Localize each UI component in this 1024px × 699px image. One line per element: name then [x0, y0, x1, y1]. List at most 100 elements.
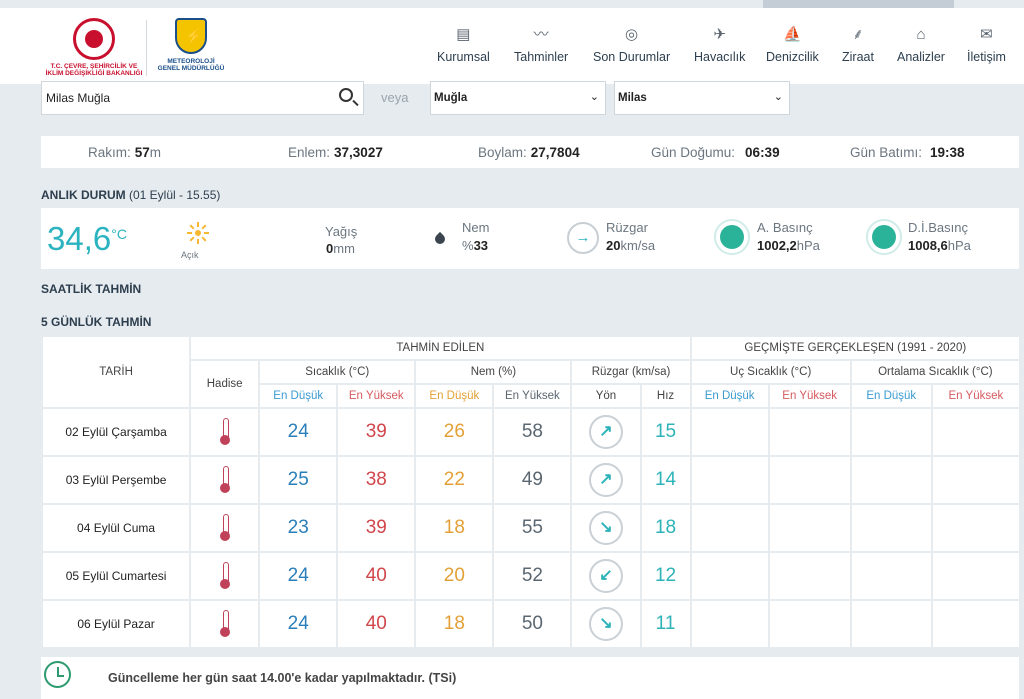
date-cell: 06 Eylül Pazar	[43, 601, 190, 647]
wind-value: 20km/sa	[606, 238, 656, 253]
wind-header: Rüzgar (km/sa)	[572, 361, 690, 383]
history-cell	[691, 553, 768, 599]
nav-label: Denizcilik	[766, 50, 819, 64]
nav-havacilik[interactable]: ✈ Havacılık	[694, 24, 745, 74]
wind-speed-cell: 18	[641, 505, 690, 551]
table-row: 03 Eylül Perşembe 25 38 22 49 ↗ 14	[43, 457, 1019, 503]
history-cell	[932, 553, 1019, 599]
pressure-value: 1002,2hPa	[757, 238, 820, 253]
thermometer-icon	[219, 609, 230, 637]
date-cell: 03 Eylül Perşembe	[43, 457, 190, 503]
nav-label: Son Durumlar	[593, 50, 671, 64]
history-cell	[851, 457, 931, 503]
avg-low-header: En Düşük	[851, 385, 931, 407]
nav-label: İletişim	[967, 50, 1006, 64]
location-search-input[interactable]: Milas Muğla	[41, 81, 364, 115]
temp-min-cell: 24	[260, 601, 337, 647]
search-icon[interactable]	[339, 88, 353, 102]
sunrise: Gün Doğumu: 06:39	[651, 145, 780, 160]
temp-max-cell: 39	[338, 409, 415, 455]
wind-arrow-icon: ↙	[588, 559, 623, 593]
table-row: 04 Eylül Cuma 23 39 18 55 ↘ 18	[43, 505, 1019, 551]
nav-label: Kurumsal	[437, 50, 490, 64]
history-cell	[691, 409, 768, 455]
district-select[interactable]: Milas ⌄	[614, 81, 790, 115]
thermometer-icon	[219, 513, 230, 541]
nav-label: Ziraat	[842, 50, 874, 64]
history-cell	[769, 601, 850, 647]
wind-dir-cell: ↙	[572, 553, 640, 599]
event-cell	[191, 505, 259, 551]
sea-pressure-icon	[866, 219, 902, 255]
rain-value: 0mm	[326, 241, 355, 256]
humidity-label: Nem	[462, 220, 490, 235]
temp-min-cell: 24	[260, 409, 337, 455]
wheat-icon: ⸙	[852, 26, 864, 43]
hum-min-cell: 20	[416, 553, 493, 599]
update-note: Güncelleme her gün saat 14.00'e kadar ya…	[41, 657, 1019, 699]
province-select[interactable]: Muğla ⌄	[430, 81, 606, 115]
mgm-logo[interactable]: METEOROLOJİ GENEL MÜDÜRLÜĞÜ	[156, 18, 226, 72]
check-circle-icon: ◎	[625, 26, 639, 43]
hum-low-header: En Düşük	[416, 385, 493, 407]
mgm-name: METEOROLOJİ GENEL MÜDÜRLÜĞÜ	[157, 58, 225, 72]
nav-label: Tahminler	[514, 50, 569, 64]
hourly-forecast-title[interactable]: SAATLİK TAHMİN	[41, 282, 141, 296]
sun-icon	[187, 222, 209, 244]
nav-son-durumlar[interactable]: ◎ Son Durumlar	[593, 24, 670, 74]
nav-analizler[interactable]: ⌂ Analizler	[897, 24, 945, 74]
thermometer-icon	[219, 417, 230, 445]
avg-high-header: En Yüksek	[932, 385, 1019, 407]
event-header: Hadise	[191, 361, 259, 407]
hum-max-cell: 49	[494, 457, 571, 503]
extreme-low-header: En Düşük	[691, 385, 768, 407]
ministry-name: T.C. ÇEVRE, ŞEHİRCİLİK VE İKLİM DEĞİŞİKL…	[45, 63, 143, 77]
nav-denizcilik[interactable]: ⛵ Denizcilik	[766, 24, 819, 74]
history-header: GEÇMİŞTE GERÇEKLEŞEN (1991 - 2020)	[691, 337, 1019, 359]
chevron-down-icon: ⌄	[589, 91, 599, 103]
temp-min-cell: 23	[260, 505, 337, 551]
temp-min-cell: 25	[260, 457, 337, 503]
sky-condition: Açık	[181, 250, 199, 260]
wind-arrow-icon: ↗	[588, 415, 623, 449]
wind-speed-cell: 15	[641, 409, 690, 455]
history-cell	[769, 457, 850, 503]
date-cell: 02 Eylül Çarşamba	[43, 409, 190, 455]
ministry-seal-icon	[73, 18, 115, 60]
update-note-text: Güncelleme her gün saat 14.00'e kadar ya…	[108, 671, 457, 685]
nav-kurumsal[interactable]: ▤ Kurumsal	[437, 24, 490, 74]
table-row: 06 Eylül Pazar 24 40 18 50 ↘ 11	[43, 601, 1019, 647]
temp-max-cell: 38	[338, 457, 415, 503]
average-temp-header: Ortalama Sıcaklık (°C)	[851, 361, 1019, 383]
extreme-temp-header: Uç Sıcaklık (°C)	[691, 361, 850, 383]
event-cell	[191, 409, 259, 455]
event-cell	[191, 457, 259, 503]
sunset: Gün Batımı: 19:38	[850, 145, 965, 160]
header: T.C. ÇEVRE, ŞEHİRCİLİK VE İKLİM DEĞİŞİKL…	[0, 8, 1024, 84]
nav-ziraat[interactable]: ⸙ Ziraat	[842, 24, 874, 74]
wind-speed-cell: 11	[641, 601, 690, 647]
temp-max-cell: 40	[338, 553, 415, 599]
province-value: Muğla	[434, 92, 468, 104]
chart-icon: 〰	[533, 26, 549, 43]
search-value: Milas Muğla	[46, 91, 111, 105]
nav-tahminler[interactable]: 〰 Tahminler	[514, 24, 568, 74]
latitude: Enlem: 37,3027	[288, 145, 383, 160]
hum-min-cell: 18	[416, 601, 493, 647]
sea-pressure-value: 1008,6hPa	[908, 238, 971, 253]
top-mini-bar	[763, 0, 954, 8]
temp-max-cell: 40	[338, 601, 415, 647]
mgm-shield-icon	[175, 18, 207, 54]
hum-min-cell: 26	[416, 409, 493, 455]
daily-forecast-title: 5 GÜNLÜK TAHMİN	[41, 315, 152, 329]
nav-iletisim[interactable]: ✉ İletişim	[967, 24, 1006, 74]
date-header: TARİH	[43, 337, 190, 407]
nav-label: Analizler	[897, 50, 945, 64]
history-cell	[851, 601, 931, 647]
analysis-icon: ⌂	[916, 26, 926, 43]
station-info-bar: Rakım: 57m Enlem: 37,3027 Boylam: 27,7804 G…	[41, 136, 1019, 168]
temp-max-cell: 39	[338, 505, 415, 551]
wind-dir-cell: ↘	[572, 601, 640, 647]
ministry-logo[interactable]: T.C. ÇEVRE, ŞEHİRCİLİK VE İKLİM DEĞİŞİKL…	[44, 18, 144, 77]
table-row: 02 Eylül Çarşamba 24 39 26 58 ↗ 15	[43, 409, 1019, 455]
